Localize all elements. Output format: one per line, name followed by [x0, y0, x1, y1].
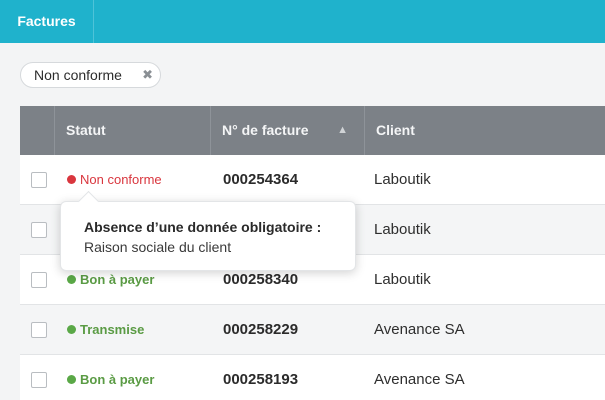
header-status[interactable]: Statut	[55, 106, 211, 155]
invoice-number: 000258193	[223, 371, 299, 388]
status-tooltip: Absence d’une donnée obligatoire : Raiso…	[60, 201, 356, 271]
tab-factures[interactable]: Factures	[0, 0, 94, 43]
status-label: Non conforme	[80, 172, 162, 187]
row-checkbox[interactable]	[31, 172, 47, 188]
invoice-number: 000258229	[223, 321, 299, 338]
header-invoice-number-label: N° de facture	[222, 122, 309, 138]
status-dot-icon	[67, 275, 76, 284]
row-checkbox[interactable]	[31, 272, 47, 288]
header-client[interactable]: Client	[365, 106, 605, 155]
sort-asc-icon[interactable]: ▲	[337, 106, 348, 155]
status-label: Bon à payer	[80, 372, 155, 387]
client-name: Avenance SA	[374, 321, 465, 338]
status-label: Bon à payer	[80, 272, 155, 287]
close-icon[interactable]: ✖	[142, 63, 153, 87]
tooltip-title: Absence d’une donnée obligatoire :	[84, 219, 322, 235]
header-select-column	[20, 106, 55, 155]
status-dot-icon	[67, 325, 76, 334]
invoice-number: 000254364	[223, 171, 299, 188]
table-row[interactable]: Non conforme 000254364 Laboutik	[20, 155, 605, 205]
client-name: Laboutik	[374, 271, 431, 288]
table-row[interactable]: Bon à payer 000258193 Avenance SA	[20, 355, 605, 400]
status-dot-icon	[67, 375, 76, 384]
status-badge: Transmise	[67, 305, 144, 355]
status-dot-icon	[67, 175, 76, 184]
client-name: Laboutik	[374, 171, 431, 188]
header-invoice-number[interactable]: N° de facture ▲	[211, 106, 365, 155]
top-bar: Factures	[0, 0, 605, 43]
filter-chip[interactable]: Non conforme ✖	[20, 62, 161, 88]
table-row[interactable]: Transmise 000258229 Avenance SA	[20, 305, 605, 355]
client-name: Avenance SA	[374, 371, 465, 388]
table-header: Statut N° de facture ▲ Client	[20, 106, 605, 155]
row-checkbox[interactable]	[31, 222, 47, 238]
filter-chip-label: Non conforme	[34, 67, 122, 83]
tooltip-body: Raison sociale du client	[84, 239, 232, 255]
row-checkbox[interactable]	[31, 322, 47, 338]
client-name: Laboutik	[374, 221, 431, 238]
status-label: Transmise	[80, 322, 145, 337]
row-checkbox[interactable]	[31, 372, 47, 388]
status-badge: Bon à payer	[67, 355, 154, 400]
